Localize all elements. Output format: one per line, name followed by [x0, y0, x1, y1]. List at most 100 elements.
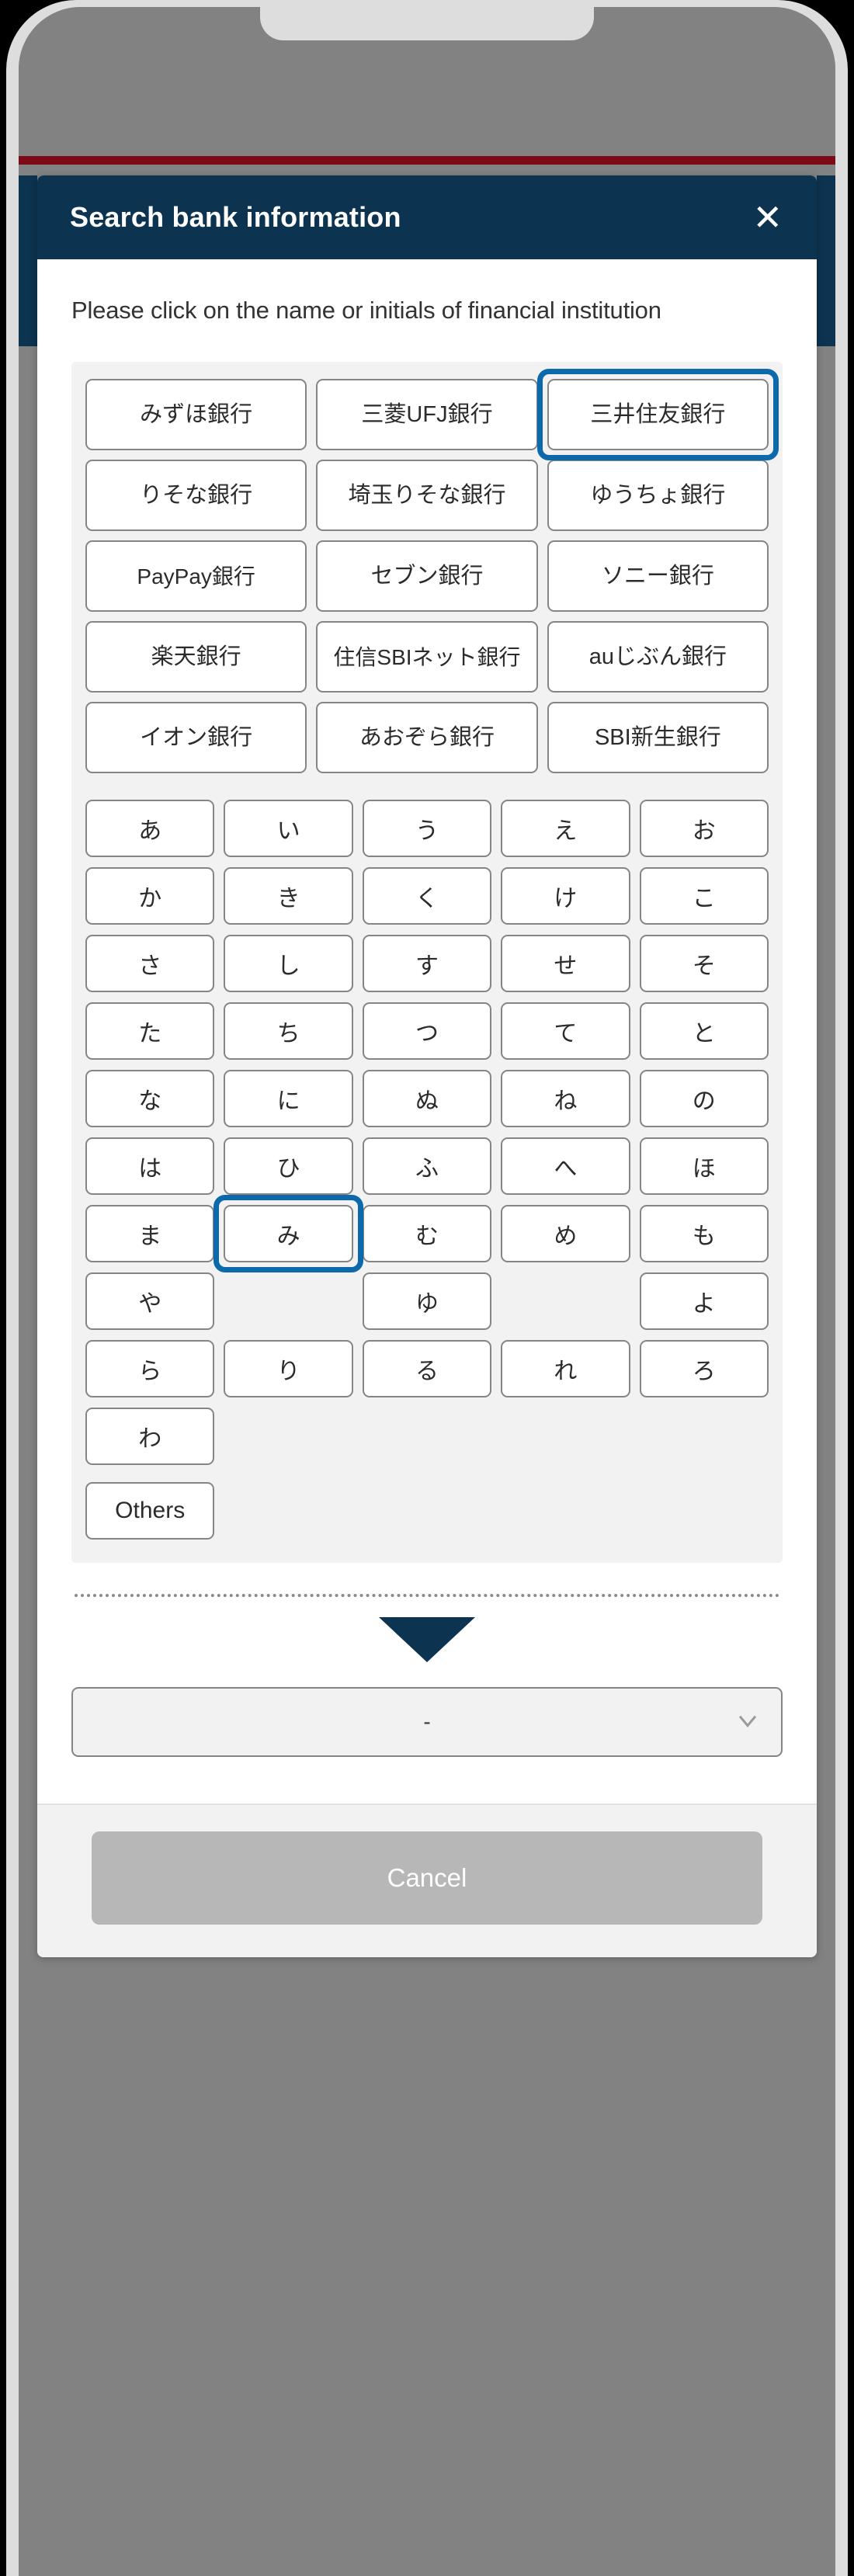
kana-key[interactable]: へ	[501, 1137, 630, 1196]
kana-key[interactable]: も	[639, 1205, 769, 1263]
others-button[interactable]: Others	[85, 1482, 215, 1540]
phone-screen: ☗ ● ▮ ▌ ● ⚘ Search bank information ✕ Pl…	[19, 7, 835, 2576]
bank-button[interactable]: SBI新生銀行	[547, 702, 769, 774]
kana-key[interactable]: つ	[362, 1002, 492, 1061]
kana-key[interactable]: ぬ	[362, 1070, 492, 1128]
arrow-down-icon	[379, 1617, 475, 1663]
kana-key[interactable]: る	[362, 1340, 492, 1398]
modal-left-rail	[19, 175, 37, 346]
phone-notch	[260, 0, 594, 40]
dialog-body: Please click on the name or initials of …	[37, 259, 817, 1804]
kana-key[interactable]: ろ	[639, 1340, 769, 1398]
kana-key[interactable]: そ	[639, 935, 769, 993]
bank-button-row: PayPay銀行 セブン銀行 ソニー銀行	[85, 540, 769, 613]
bank-button[interactable]: 三菱UFJ銀行	[316, 379, 538, 451]
kana-key[interactable]: と	[639, 1002, 769, 1061]
bank-button[interactable]: auじぶん銀行	[547, 621, 769, 693]
kana-row: わ	[85, 1408, 769, 1466]
dialog-title: Search bank information	[70, 201, 401, 233]
kana-key[interactable]: ほ	[639, 1137, 769, 1196]
kana-key[interactable]: き	[224, 867, 353, 925]
flow-arrow-wrap	[71, 1597, 783, 1687]
kana-key[interactable]: め	[501, 1205, 630, 1263]
kana-key[interactable]: ま	[85, 1205, 215, 1263]
kana-key[interactable]: ふ	[362, 1137, 492, 1196]
kana-keypad: あいうえおかきくけこさしすせそたちつてとなにぬねのはひふへほまみむめもや ゆ よらり…	[85, 800, 769, 1466]
bank-button[interactable]: ソニー銀行	[547, 540, 769, 613]
kana-key[interactable]: か	[85, 867, 215, 925]
others-row: Others	[85, 1482, 769, 1540]
focused-bank-button[interactable]: 三井住友銀行	[536, 369, 779, 461]
kana-key[interactable]: は	[85, 1137, 215, 1196]
background-accent-line	[19, 156, 835, 165]
kana-key[interactable]: み	[224, 1205, 353, 1263]
kana-key[interactable]: れ	[501, 1340, 630, 1398]
institution-picker-panel: みずほ銀行 三菱UFJ銀行 三井住友銀行 りそな銀行 埼玉りそな銀行 ゆうちょ銀行 PayP…	[71, 362, 783, 1564]
kana-key[interactable]: ひ	[224, 1137, 353, 1196]
kana-key[interactable]: や	[85, 1272, 215, 1331]
kana-key[interactable]: け	[501, 867, 630, 925]
kana-key[interactable]: く	[362, 867, 492, 925]
kana-key[interactable]: せ	[501, 935, 630, 993]
kana-key[interactable]: わ	[85, 1408, 215, 1466]
kana-key[interactable]: に	[224, 1070, 353, 1128]
dialog-footer: Cancel	[37, 1804, 817, 1958]
instruction-text: Please click on the name or initials of …	[71, 297, 661, 324]
kana-row: まみむめも	[85, 1195, 769, 1273]
kana-key[interactable]: え	[501, 800, 630, 858]
kana-key[interactable]: の	[639, 1070, 769, 1128]
kana-row: さしすせそ	[85, 935, 769, 993]
bank-button-grid: みずほ銀行 三菱UFJ銀行 三井住友銀行 りそな銀行 埼玉りそな銀行 ゆうちょ銀行 PayP…	[85, 369, 779, 774]
bank-button[interactable]: ゆうちょ銀行	[547, 460, 769, 532]
modal-right-rail	[817, 175, 835, 346]
kana-row: らりるれろ	[85, 1340, 769, 1398]
bank-button[interactable]: イオン銀行	[85, 702, 307, 774]
kana-key[interactable]: な	[85, 1070, 215, 1128]
kana-key[interactable]: ゆ	[362, 1272, 492, 1331]
bank-select[interactable]: -	[71, 1687, 783, 1758]
focused-kana-key[interactable]: み	[214, 1195, 363, 1273]
bank-button[interactable]: 三井住友銀行	[547, 379, 769, 451]
kana-key[interactable]: よ	[639, 1272, 769, 1331]
bank-button[interactable]: りそな銀行	[85, 460, 307, 532]
bank-button[interactable]: みずほ銀行	[85, 379, 307, 451]
kana-key[interactable]: ら	[85, 1340, 215, 1398]
close-icon[interactable]: ✕	[748, 198, 787, 237]
bank-button-row: イオン銀行 あおぞら銀行 SBI新生銀行	[85, 702, 769, 774]
kana-key[interactable]: い	[224, 800, 353, 858]
phone-frame: ☗ ● ▮ ▌ ● ⚘ Search bank information ✕ Pl…	[6, 0, 848, 2576]
dialog-header: Search bank information ✕	[37, 175, 817, 259]
bank-button[interactable]: 楽天銀行	[85, 621, 307, 693]
kana-key[interactable]: た	[85, 1002, 215, 1061]
bank-button-row: 楽天銀行 住信SBIネット銀行 auじぶん銀行	[85, 621, 769, 693]
kana-key[interactable]: む	[362, 1205, 492, 1263]
kana-key[interactable]: て	[501, 1002, 630, 1061]
kana-key[interactable]: ね	[501, 1070, 630, 1128]
bank-select-value: -	[423, 1710, 431, 1734]
kana-key[interactable]: す	[362, 935, 492, 993]
bank-button[interactable]: セブン銀行	[316, 540, 538, 613]
kana-key[interactable]: さ	[85, 935, 215, 993]
kana-key[interactable]: お	[639, 800, 769, 858]
bank-button[interactable]: PayPay銀行	[85, 540, 307, 613]
kana-key[interactable]: り	[224, 1340, 353, 1398]
bank-select-wrap: -	[71, 1687, 783, 1804]
kana-key[interactable]: あ	[85, 800, 215, 858]
kana-row: あいうえお	[85, 800, 769, 858]
kana-row: たちつてと	[85, 1002, 769, 1061]
chevron-down-icon	[738, 1711, 758, 1731]
kana-row: やゆよ	[85, 1272, 769, 1331]
kana-row: なにぬねの	[85, 1070, 769, 1128]
kana-key[interactable]: ち	[224, 1002, 353, 1061]
kana-key[interactable]: し	[224, 935, 353, 993]
search-bank-information-dialog: Search bank information ✕ Please click o…	[37, 175, 817, 1958]
bank-button-row: みずほ銀行 三菱UFJ銀行 三井住友銀行	[85, 369, 779, 461]
bank-button[interactable]: あおぞら銀行	[316, 702, 538, 774]
kana-row: はひふへほ	[85, 1137, 769, 1196]
kana-key[interactable]: こ	[639, 867, 769, 925]
bank-button-row: りそな銀行 埼玉りそな銀行 ゆうちょ銀行	[85, 460, 769, 532]
kana-key[interactable]: う	[362, 800, 492, 858]
bank-button[interactable]: 住信SBIネット銀行	[316, 621, 538, 693]
cancel-button[interactable]: Cancel	[92, 1831, 762, 1925]
bank-button[interactable]: 埼玉りそな銀行	[316, 460, 538, 532]
